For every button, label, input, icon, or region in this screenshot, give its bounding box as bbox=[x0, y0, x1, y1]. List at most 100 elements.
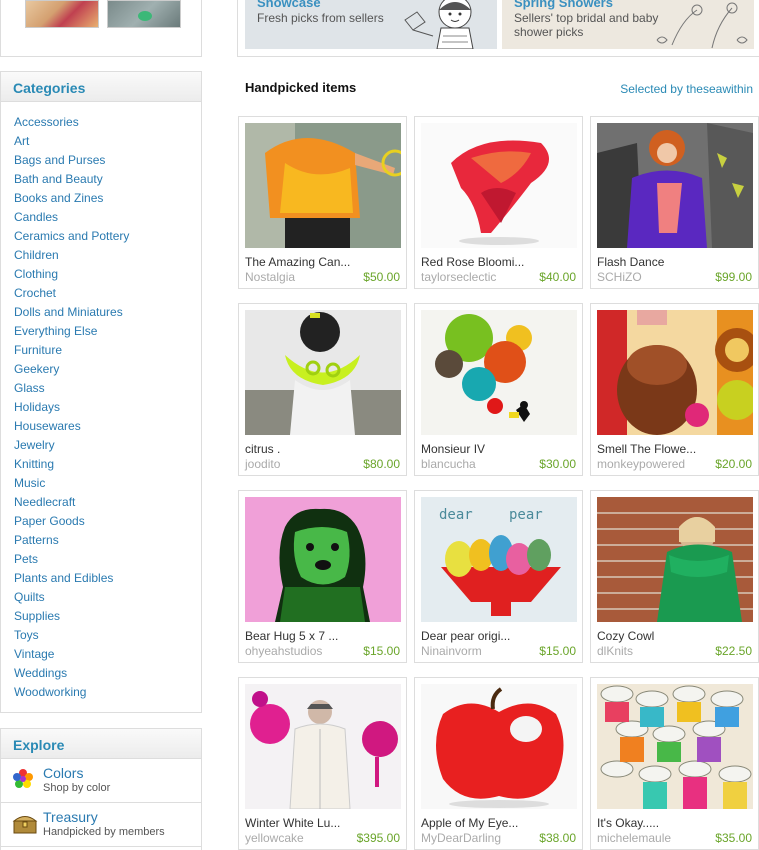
product-shop[interactable]: SCHiZO bbox=[597, 270, 642, 284]
category-link-paper-goods[interactable]: Paper Goods bbox=[14, 514, 85, 528]
product-shop[interactable]: blancucha bbox=[421, 457, 476, 471]
category-link-furniture[interactable]: Furniture bbox=[14, 343, 62, 357]
category-link-clothing[interactable]: Clothing bbox=[14, 267, 58, 281]
category-link-art[interactable]: Art bbox=[14, 134, 29, 148]
banner-strip: Showcase Fresh picks from sellers Spring… bbox=[237, 0, 759, 57]
category-link-pets[interactable]: Pets bbox=[14, 552, 38, 566]
product-title[interactable]: Dear pear origi... bbox=[421, 629, 510, 643]
category-link-bags-and-purses[interactable]: Bags and Purses bbox=[14, 153, 105, 167]
category-link-needlecraft[interactable]: Needlecraft bbox=[14, 495, 75, 509]
product-card[interactable]: dear pear Dear pear origi... Ninainvorm $15.… bbox=[414, 490, 583, 663]
product-card[interactable]: Smell The Flowe... monkeypowered $20.00 bbox=[590, 303, 759, 476]
category-link-plants-and-edibles[interactable]: Plants and Edibles bbox=[14, 571, 113, 585]
category-link-dolls-and-miniatures[interactable]: Dolls and Miniatures bbox=[14, 305, 123, 319]
category-link-crochet[interactable]: Crochet bbox=[14, 286, 56, 300]
category-link-geekery[interactable]: Geekery bbox=[14, 362, 59, 376]
category-link-knitting[interactable]: Knitting bbox=[14, 457, 54, 471]
spring-showers-title[interactable]: Spring Showers bbox=[514, 0, 613, 10]
orange-top-photo[interactable] bbox=[245, 123, 401, 248]
product-card[interactable]: Cozy Cowl dlKnits $22.50 bbox=[590, 490, 759, 663]
selected-by-link[interactable]: Selected by theseawithin bbox=[620, 82, 753, 96]
category-link-vintage[interactable]: Vintage bbox=[14, 647, 54, 661]
product-title[interactable]: It's Okay..... bbox=[597, 816, 659, 830]
product-card[interactable]: Apple of My Eye... MyDearDarling $38.00 bbox=[414, 677, 583, 850]
product-title[interactable]: Monsieur IV bbox=[421, 442, 485, 456]
bubbles-print-photo[interactable] bbox=[421, 310, 577, 435]
product-title[interactable]: citrus . bbox=[245, 442, 280, 456]
product-title[interactable]: Red Rose Bloomi... bbox=[421, 255, 524, 269]
product-shop[interactable]: ohyeahstudios bbox=[245, 644, 322, 658]
product-title[interactable]: Bear Hug 5 x 7 ... bbox=[245, 629, 338, 643]
product-card[interactable]: Red Rose Bloomi... taylorseclectic $40.00 bbox=[414, 116, 583, 289]
explore-treasury[interactable]: Treasury Handpicked by members bbox=[1, 803, 201, 847]
flower-illustration-photo[interactable] bbox=[597, 310, 753, 435]
category-link-ceramics-and-pottery[interactable]: Ceramics and Pottery bbox=[14, 229, 129, 243]
category-link-holidays[interactable]: Holidays bbox=[14, 400, 60, 414]
category-link-everything-else[interactable]: Everything Else bbox=[14, 324, 97, 338]
category-link-woodworking[interactable]: Woodworking bbox=[14, 685, 86, 699]
product-shop[interactable]: dlKnits bbox=[597, 644, 633, 658]
explore-colors[interactable]: Colors Shop by color bbox=[1, 759, 201, 803]
thread-spools-photo[interactable] bbox=[597, 684, 753, 809]
product-shop[interactable]: yellowcake bbox=[245, 831, 304, 845]
category-link-quilts[interactable]: Quilts bbox=[14, 590, 45, 604]
explore-colors-label[interactable]: Colors bbox=[43, 765, 201, 781]
category-link-toys[interactable]: Toys bbox=[14, 628, 39, 642]
product-card[interactable]: It's Okay..... michelemaule $35.00 bbox=[590, 677, 759, 850]
showcase-banner-title[interactable]: Showcase bbox=[257, 0, 321, 10]
product-price: $20.00 bbox=[715, 457, 752, 471]
yarn-thumbnail[interactable] bbox=[25, 0, 99, 28]
category-link-patterns[interactable]: Patterns bbox=[14, 533, 59, 547]
category-link-supplies[interactable]: Supplies bbox=[14, 609, 60, 623]
category-item: Quilts bbox=[14, 588, 201, 607]
product-card[interactable]: Bear Hug 5 x 7 ... ohyeahstudios $15.00 bbox=[238, 490, 407, 663]
white-coat-photo[interactable] bbox=[245, 684, 401, 809]
product-title[interactable]: The Amazing Can... bbox=[245, 255, 350, 269]
purple-hoodie-photo[interactable] bbox=[597, 123, 753, 248]
product-title[interactable]: Cozy Cowl bbox=[597, 629, 654, 643]
red-apple-pillow-photo[interactable] bbox=[421, 684, 577, 809]
category-item: Supplies bbox=[14, 607, 201, 626]
product-title[interactable]: Smell The Flowe... bbox=[597, 442, 696, 456]
product-shop[interactable]: monkeypowered bbox=[597, 457, 685, 471]
category-item: Toys bbox=[14, 626, 201, 645]
product-title[interactable]: Apple of My Eye... bbox=[421, 816, 518, 830]
category-link-books-and-zines[interactable]: Books and Zines bbox=[14, 191, 103, 205]
product-card[interactable]: Winter White Lu... yellowcake $395.00 bbox=[238, 677, 407, 850]
product-title[interactable]: Winter White Lu... bbox=[245, 816, 340, 830]
category-link-jewelry[interactable]: Jewelry bbox=[14, 438, 55, 452]
bear-print-photo[interactable] bbox=[245, 497, 401, 622]
green-cowl-photo[interactable] bbox=[597, 497, 753, 622]
yellow-scarf-photo[interactable] bbox=[245, 310, 401, 435]
spring-showers-subtitle: Sellers' top bridal and baby shower picks bbox=[514, 11, 658, 39]
explore-colors-sub: Shop by color bbox=[43, 782, 111, 794]
bird-thumbnail[interactable] bbox=[107, 0, 181, 28]
product-shop[interactable]: Ninainvorm bbox=[421, 644, 482, 658]
product-shop[interactable]: MyDearDarling bbox=[421, 831, 501, 845]
showcase-banner[interactable]: Showcase Fresh picks from sellers bbox=[245, 0, 497, 49]
red-sculpture-photo[interactable] bbox=[421, 123, 577, 248]
product-card[interactable]: Flash Dance SCHiZO $99.00 bbox=[590, 116, 759, 289]
product-card[interactable]: Monsieur IV blancucha $30.00 bbox=[414, 303, 583, 476]
category-link-weddings[interactable]: Weddings bbox=[14, 666, 67, 680]
category-link-housewares[interactable]: Housewares bbox=[14, 419, 81, 433]
product-card[interactable]: citrus . joodito $80.00 bbox=[238, 303, 407, 476]
product-shop[interactable]: michelemaule bbox=[597, 831, 671, 845]
product-title[interactable]: Flash Dance bbox=[597, 255, 664, 269]
product-card[interactable]: The Amazing Can... Nostalgia $50.00 bbox=[238, 116, 407, 289]
explore-treasury-label[interactable]: Treasury bbox=[43, 809, 201, 825]
category-link-music[interactable]: Music bbox=[14, 476, 45, 490]
category-link-glass[interactable]: Glass bbox=[14, 381, 45, 395]
category-item: Dolls and Miniatures bbox=[14, 303, 201, 322]
product-shop[interactable]: joodito bbox=[245, 457, 280, 471]
spring-showers-banner[interactable]: Spring Showers Sellers' top bridal and b… bbox=[502, 0, 754, 49]
category-link-children[interactable]: Children bbox=[14, 248, 59, 262]
category-link-bath-and-beauty[interactable]: Bath and Beauty bbox=[14, 172, 103, 186]
category-link-candles[interactable]: Candles bbox=[14, 210, 58, 224]
category-link-accessories[interactable]: Accessories bbox=[14, 115, 79, 129]
product-price: $50.00 bbox=[363, 270, 400, 284]
product-price: $395.00 bbox=[356, 831, 400, 845]
pear-illustration-photo[interactable]: dear pear bbox=[421, 497, 577, 622]
product-shop[interactable]: taylorseclectic bbox=[421, 270, 496, 284]
product-shop[interactable]: Nostalgia bbox=[245, 270, 295, 284]
